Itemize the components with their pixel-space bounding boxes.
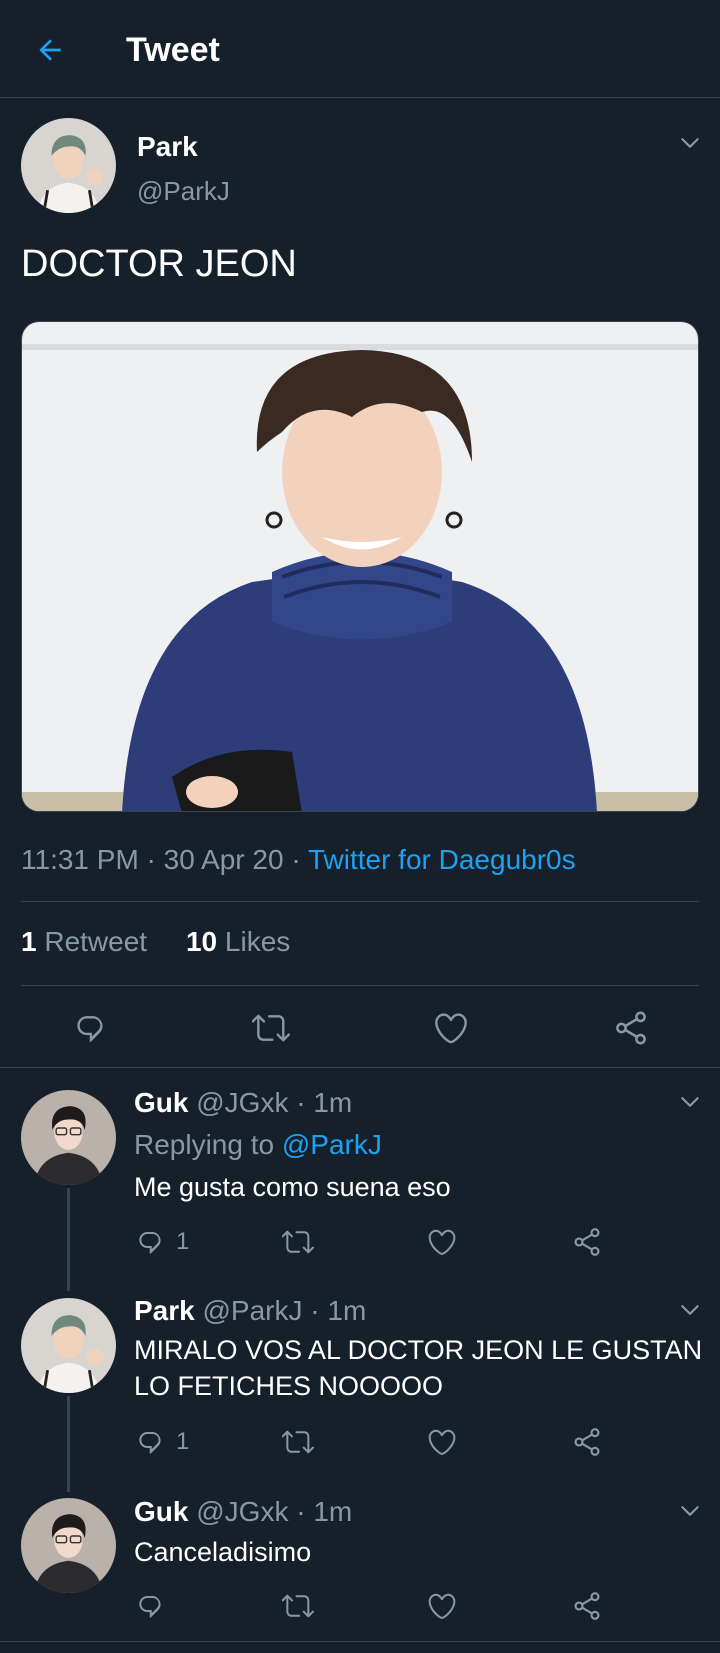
replying-to-prefix: Replying to — [134, 1129, 282, 1160]
reply-author-name[interactable]: Guk — [134, 1087, 188, 1118]
share-icon — [612, 1009, 650, 1047]
reply-icon — [71, 1009, 109, 1047]
page-title: Tweet — [126, 31, 220, 69]
tweet-stats: 1 Retweet 10 Likes — [21, 924, 290, 960]
reply-header: Guk @JGxk · 1m — [134, 1087, 353, 1118]
tweet-text: DOCTOR JEON — [21, 243, 297, 285]
arrow-left-icon — [39, 39, 61, 61]
avatar[interactable] — [21, 1298, 116, 1393]
reply-time: 1m — [313, 1496, 353, 1527]
retweets-stat[interactable]: 1 Retweet — [21, 926, 147, 957]
share-button[interactable] — [567, 1220, 607, 1264]
tweet-time: 11:31 PM — [21, 844, 139, 875]
avatar[interactable] — [21, 118, 116, 213]
divider — [21, 985, 699, 986]
reply-header: Park @ParkJ · 1m — [134, 1295, 367, 1326]
retweet-icon — [282, 1590, 314, 1622]
replying-to: Replying to @ParkJ — [134, 1128, 382, 1162]
reply-text: MIRALO VOS AL DOCTOR JEON LE GUSTAN LO F… — [134, 1335, 703, 1401]
retweet-icon — [282, 1426, 314, 1458]
reply-header: Guk @JGxk · 1m — [134, 1496, 353, 1527]
back-button[interactable] — [28, 28, 72, 72]
like-count: 10 — [185, 926, 218, 957]
thread-line — [67, 1396, 70, 1492]
reply-author-handle[interactable]: @ParkJ — [203, 1295, 303, 1326]
retweet-icon — [252, 1009, 290, 1047]
tweet-menu-button[interactable] — [675, 128, 705, 158]
reply-text: Me gusta como suena eso — [134, 1172, 451, 1202]
share-icon — [571, 1226, 603, 1258]
share-button[interactable] — [603, 1004, 659, 1052]
tweet-media[interactable] — [21, 321, 699, 812]
app-header: Tweet — [0, 0, 720, 98]
like-button[interactable] — [423, 1004, 479, 1052]
reply-author-handle[interactable]: @JGxk — [196, 1087, 288, 1118]
chevron-down-icon — [677, 130, 703, 156]
likes-stat[interactable]: 10 Likes — [186, 926, 290, 957]
reply-icon — [134, 1226, 166, 1258]
share-icon — [571, 1590, 603, 1622]
reply-button[interactable] — [62, 1004, 118, 1052]
divider — [21, 901, 699, 902]
tweet-source-link[interactable]: Twitter for Daegubr0s — [308, 844, 576, 875]
chevron-down-icon — [677, 1089, 703, 1115]
author-name[interactable]: Park — [137, 130, 198, 164]
retweet-icon — [282, 1226, 314, 1258]
reply-menu-button[interactable] — [675, 1295, 705, 1325]
reply-count: 1 — [176, 1228, 190, 1255]
like-button[interactable] — [422, 1220, 462, 1264]
reply-author-handle[interactable]: @JGxk — [196, 1496, 288, 1527]
reply-icon — [134, 1426, 166, 1458]
reply-count: 1 — [176, 1428, 190, 1455]
like-button[interactable] — [422, 1584, 462, 1628]
avatar[interactable] — [21, 1498, 116, 1593]
reply-menu-button[interactable] — [675, 1496, 705, 1526]
retweet-label: Retweet — [44, 926, 148, 957]
like-label: Likes — [224, 926, 291, 957]
share-icon — [571, 1426, 603, 1458]
reply-author-name[interactable]: Park — [134, 1295, 195, 1326]
retweet-count: 1 — [21, 926, 37, 957]
author-handle[interactable]: @ParkJ — [137, 174, 230, 208]
divider — [0, 1641, 720, 1642]
heart-icon — [426, 1226, 458, 1258]
retweet-button[interactable] — [278, 1584, 318, 1628]
chevron-down-icon — [677, 1297, 703, 1323]
reply-text: Canceladisimo — [134, 1537, 312, 1567]
replying-to-mention[interactable]: @ParkJ — [282, 1129, 382, 1160]
reply-menu-button[interactable] — [675, 1087, 705, 1117]
heart-icon — [432, 1009, 470, 1047]
reply-button[interactable]: 1 — [134, 1220, 189, 1264]
thread-line — [67, 1188, 70, 1291]
retweet-button[interactable] — [243, 1004, 299, 1052]
avatar[interactable] — [21, 1090, 116, 1185]
tweet-photo — [22, 322, 698, 811]
chevron-down-icon — [677, 1498, 703, 1524]
meta-separator: · — [283, 844, 308, 875]
heart-icon — [426, 1426, 458, 1458]
tweet-timestamp: 11:31 PM · 30 Apr 20 · Twitter for Daegu… — [21, 842, 576, 878]
reply-button[interactable] — [134, 1584, 166, 1628]
reply-icon — [134, 1590, 166, 1622]
retweet-button[interactable] — [278, 1220, 318, 1264]
heart-icon — [426, 1590, 458, 1622]
reply-time: 1m — [327, 1295, 367, 1326]
divider — [0, 1067, 720, 1068]
retweet-button[interactable] — [278, 1420, 318, 1464]
share-button[interactable] — [567, 1420, 607, 1464]
reply-author-name[interactable]: Guk — [134, 1496, 188, 1527]
tweet-date: 30 Apr 20 — [163, 844, 284, 875]
reply-time: 1m — [313, 1087, 353, 1118]
meta-separator: · — [138, 844, 164, 875]
reply-button[interactable]: 1 — [134, 1420, 189, 1464]
like-button[interactable] — [422, 1420, 462, 1464]
share-button[interactable] — [567, 1584, 607, 1628]
